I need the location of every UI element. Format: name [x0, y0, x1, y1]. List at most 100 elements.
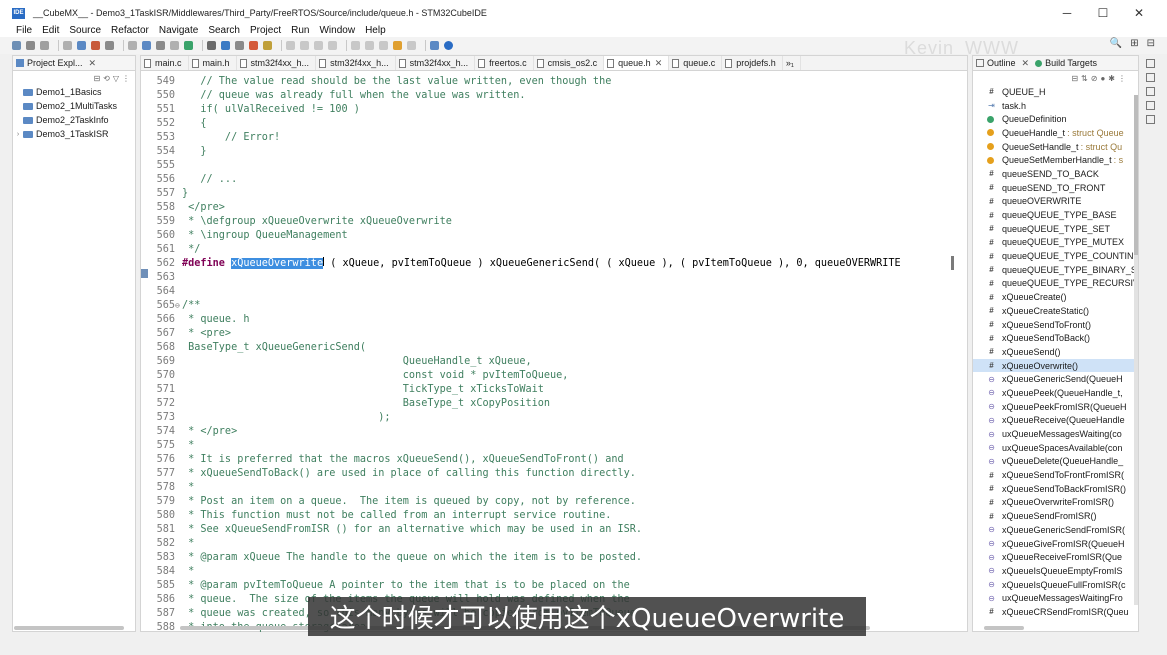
selected-identifier[interactable]: xQueueOverwrite [231, 258, 324, 269]
outline-item[interactable]: # xQueueSendToFrontFromISR( [973, 468, 1138, 482]
filter-icon[interactable]: ▽ [113, 74, 119, 83]
outline-item[interactable]: ⊖ xQueueGenericSendFromISR( [973, 523, 1138, 537]
outline-item[interactable]: # queueSEND_TO_BACK [973, 167, 1138, 181]
tab-outline[interactable]: Outline ✕ [976, 58, 1029, 69]
outline-item[interactable]: # xQueueSendFromISR() [973, 509, 1138, 523]
close-icon[interactable]: ✕ [89, 58, 97, 69]
build-all-icon[interactable] [105, 41, 114, 50]
outline-item[interactable]: ⊖ vQueueDelete(QueueHandle_ [973, 455, 1138, 469]
open-perspective-icon[interactable]: ⊞ [1130, 38, 1138, 49]
outline-vscroll-thumb[interactable] [1134, 95, 1138, 255]
tab-build-targets[interactable]: Build Targets [1035, 58, 1097, 68]
prev-annotation-icon[interactable] [365, 41, 374, 50]
outline-item[interactable]: # QUEUE_H [973, 85, 1138, 99]
project-explorer-hscroll[interactable] [14, 626, 124, 630]
outline-item[interactable]: # queueQUEUE_TYPE_BASE [973, 208, 1138, 222]
outline-item[interactable]: # queueQUEUE_TYPE_COUNTIN [973, 249, 1138, 263]
tab-stm32f4xx-h-3[interactable]: stm32f4xx_h... [396, 56, 476, 70]
outline-item[interactable]: # xQueueSendToBackFromISR() [973, 482, 1138, 496]
close-icon[interactable]: ✕ [655, 58, 663, 69]
outline-item[interactable]: # xQueueCreateStatic() [973, 304, 1138, 318]
settings-icon[interactable] [77, 41, 86, 50]
menu-help[interactable]: Help [360, 25, 391, 36]
hide-static-icon[interactable]: ● [1100, 74, 1105, 83]
tab-queue-h[interactable]: queue.h ✕ [604, 56, 670, 70]
outline-item[interactable]: # xQueueCreate() [973, 290, 1138, 304]
outline-item[interactable]: QueueSetHandle_t: struct Qu [973, 140, 1138, 154]
outline-item[interactable]: # queueOVERWRITE [973, 195, 1138, 209]
build-analyzer-icon[interactable] [1145, 87, 1155, 96]
next-annotation-icon[interactable] [351, 41, 360, 50]
external-tools-icon[interactable] [156, 41, 165, 50]
indent-icon[interactable] [328, 41, 337, 50]
outline-item[interactable]: # queueQUEUE_TYPE_MUTEX [973, 236, 1138, 250]
new-file-icon[interactable] [128, 41, 137, 50]
cpp-perspective-icon[interactable]: ⊟ [1147, 38, 1155, 49]
static-stack-icon[interactable] [1145, 101, 1155, 110]
outline-hscroll[interactable] [984, 626, 1024, 630]
outline-item[interactable]: # queueQUEUE_TYPE_RECURSIV [973, 277, 1138, 291]
outline-item[interactable]: ⊖ xQueueGiveFromISR(QueueH [973, 537, 1138, 551]
menu-edit[interactable]: Edit [37, 25, 64, 36]
outline-item[interactable]: # xQueueOverwriteFromISR() [973, 496, 1138, 510]
memory-icon[interactable] [1145, 115, 1155, 124]
debug-run-icon[interactable] [221, 41, 230, 50]
save-all-icon[interactable] [40, 41, 49, 50]
hide-macros-icon[interactable]: ✱ [1108, 74, 1115, 83]
last-edit-icon[interactable] [379, 41, 388, 50]
toggle-comment-icon[interactable] [314, 41, 323, 50]
project-item-demo2-taskinfo[interactable]: Demo2_2TaskInfo [13, 113, 135, 127]
tab-projdefs-h[interactable]: projdefs.h [722, 56, 783, 70]
menu-window[interactable]: Window [314, 25, 360, 36]
menu-navigate[interactable]: Navigate [154, 25, 203, 36]
forward-icon[interactable] [407, 41, 416, 50]
collapse-all-icon[interactable]: ⊟ [93, 74, 100, 83]
fold-marker[interactable]: ⊖ [175, 301, 180, 310]
edit-icon[interactable] [286, 41, 295, 50]
project-item-demo3-taskisr[interactable]: › Demo3_1TaskISR [13, 127, 135, 141]
target-icon[interactable] [235, 41, 244, 50]
search-icon[interactable]: 🔍 [1110, 38, 1122, 49]
menu-file[interactable]: File [11, 25, 37, 36]
outline-item[interactable]: QueueHandle_t: struct Queue [973, 126, 1138, 140]
search-files-icon[interactable] [170, 41, 179, 50]
format-icon[interactable] [300, 41, 309, 50]
tab-queue-c[interactable]: queue.c [669, 56, 723, 70]
tab-freertos-c[interactable]: freertos.c [475, 56, 534, 70]
tab-main-c[interactable]: main.c [141, 56, 189, 70]
tab-cmsis-os2-c[interactable]: cmsis_os2.c [534, 56, 605, 70]
problems-icon[interactable] [1145, 73, 1155, 82]
tab-overflow[interactable]: »₁ [783, 56, 801, 70]
collapse-all-icon[interactable]: ⊟ [1071, 74, 1078, 83]
menu-refactor[interactable]: Refactor [106, 25, 154, 36]
editor-overview-marker[interactable] [951, 256, 954, 270]
build-icon[interactable] [91, 41, 100, 50]
outline-item[interactable]: ⊖ xQueueGenericSend(QueueH [973, 372, 1138, 386]
tab-main-h[interactable]: main.h [189, 56, 237, 70]
pin-icon[interactable] [263, 41, 272, 50]
tab-stm32f4xx-h-1[interactable]: stm32f4xx_h... [237, 56, 317, 70]
view-menu-icon[interactable]: ⋮ [1118, 74, 1126, 83]
outline-item[interactable]: # xQueueSend() [973, 345, 1138, 359]
back-icon[interactable] [393, 41, 402, 50]
outline-item[interactable]: # queueSEND_TO_FRONT [973, 181, 1138, 195]
save-icon[interactable] [26, 41, 35, 50]
outline-item[interactable]: ⊖ xQueuePeekFromISR(QueueH [973, 400, 1138, 414]
outline-item[interactable]: # xQueueSendToFront() [973, 318, 1138, 332]
outline-item[interactable]: # xQueueOverwrite() [973, 358, 1138, 373]
menu-run[interactable]: Run [286, 25, 314, 36]
outline-item[interactable]: ⊖ uxQueueMessagesWaiting(co [973, 427, 1138, 441]
new-icon[interactable] [12, 41, 21, 50]
outline-item[interactable]: # queueQUEUE_TYPE_BINARY_S [973, 263, 1138, 277]
outline-item[interactable]: QueueDefinition [973, 112, 1138, 126]
outline-item[interactable]: ⊖ xQueuePeek(QueueHandle_t, [973, 386, 1138, 400]
project-item-demo1[interactable]: Demo1_1Basics [13, 85, 135, 99]
cut-icon[interactable] [63, 41, 72, 50]
outline-item[interactable]: QueueSetMemberHandle_t: s [973, 153, 1138, 167]
outline-item[interactable]: ⊖ xQueueIsQueueEmptyFromIS [973, 564, 1138, 578]
menu-search[interactable]: Search [203, 25, 245, 36]
view-menu-icon[interactable]: ⋮ [122, 74, 130, 83]
outline-item[interactable]: # xQueueSendToBack() [973, 331, 1138, 345]
project-item-demo2-multitasks[interactable]: Demo2_1MultiTasks [13, 99, 135, 113]
info-icon[interactable] [444, 41, 453, 50]
